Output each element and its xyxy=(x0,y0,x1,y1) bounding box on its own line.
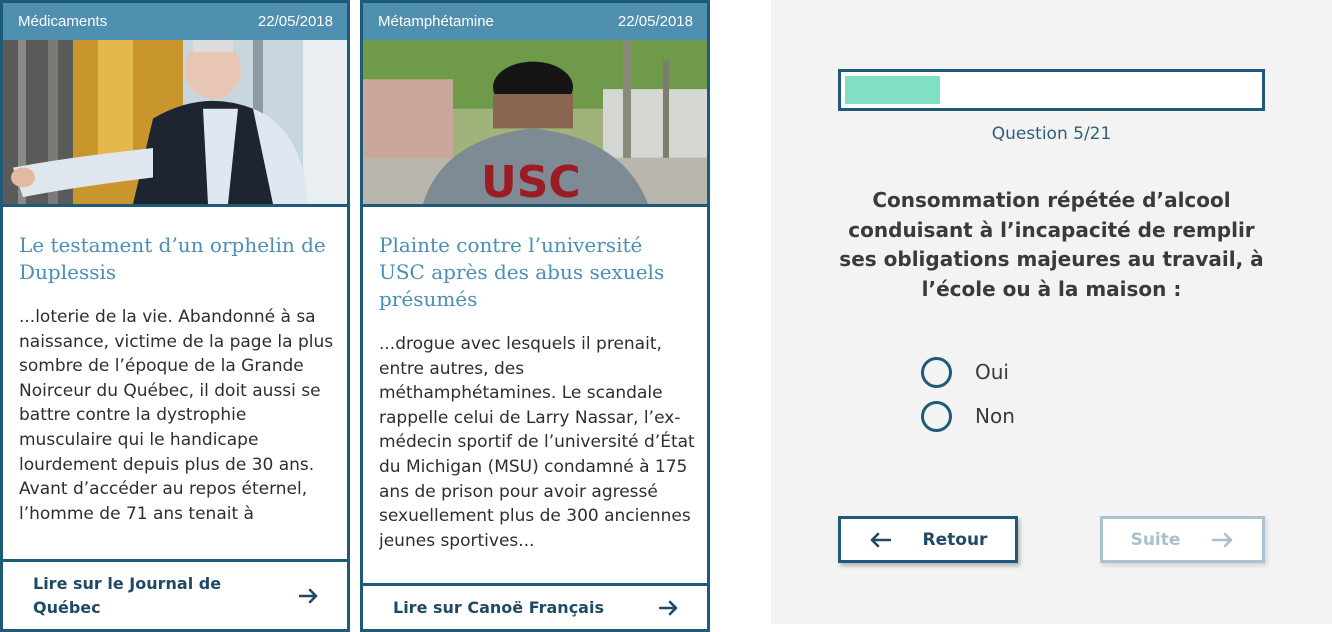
card-header: Médicaments 22/05/2018 xyxy=(3,3,347,40)
option-label: Oui xyxy=(975,360,1009,384)
arrow-right-icon xyxy=(1212,532,1234,548)
next-button[interactable]: Suite xyxy=(1100,516,1265,563)
radio-icon[interactable] xyxy=(921,356,952,388)
category-label: Médicaments xyxy=(18,13,108,30)
question-counter: Question 5/21 xyxy=(991,124,1112,144)
article-excerpt: ...drogue avec lesquels il prenait, entr… xyxy=(379,334,695,551)
svg-text:USC: USC xyxy=(481,158,581,204)
option-non[interactable]: Non xyxy=(921,400,1015,432)
date-label: 22/05/2018 xyxy=(257,13,333,30)
article-photo xyxy=(3,40,347,207)
quiz-panel: Question 5/21 Consommation répétée d’alc… xyxy=(771,0,1332,624)
arrow-right-icon xyxy=(659,600,679,616)
category-label: Métamphétamine xyxy=(378,13,494,30)
arrow-right-icon xyxy=(299,588,319,604)
article-photo: USC xyxy=(363,40,707,207)
arrow-left-icon xyxy=(869,532,891,548)
read-more-label: Lire sur le Journal de Québec xyxy=(33,573,222,617)
read-more-link[interactable]: Lire sur le Journal de Québec xyxy=(3,559,347,629)
back-label: Retour xyxy=(922,529,988,550)
progress-bar xyxy=(838,69,1265,111)
question-text: Consommation répétée d’alcool conduisant… xyxy=(839,188,1264,301)
next-label: Suite xyxy=(1130,529,1181,550)
read-more-link[interactable]: Lire sur Canoë Français xyxy=(363,583,707,629)
article-card: Métamphétamine 22/05/2018 USC Plainte co… xyxy=(360,0,710,632)
article-title[interactable]: Le testament d’un orphelin de Duplessis xyxy=(19,232,333,286)
read-more-label: Lire sur Canoë Français xyxy=(393,597,604,617)
date-label: 22/05/2018 xyxy=(617,13,693,30)
back-button[interactable]: Retour xyxy=(838,516,1018,563)
card-header: Métamphétamine 22/05/2018 xyxy=(363,3,707,40)
option-oui[interactable]: Oui xyxy=(921,356,1009,388)
article-excerpt: ...loterie de la vie. Abandonné à sa nai… xyxy=(19,307,334,524)
progress-fill xyxy=(845,76,940,104)
article-card: Médicaments 22/05/2018 Le testament d’un… xyxy=(0,0,350,632)
article-title[interactable]: Plainte contre l’université USC après de… xyxy=(379,232,693,313)
option-label: Non xyxy=(975,404,1015,428)
radio-icon[interactable] xyxy=(921,400,952,432)
